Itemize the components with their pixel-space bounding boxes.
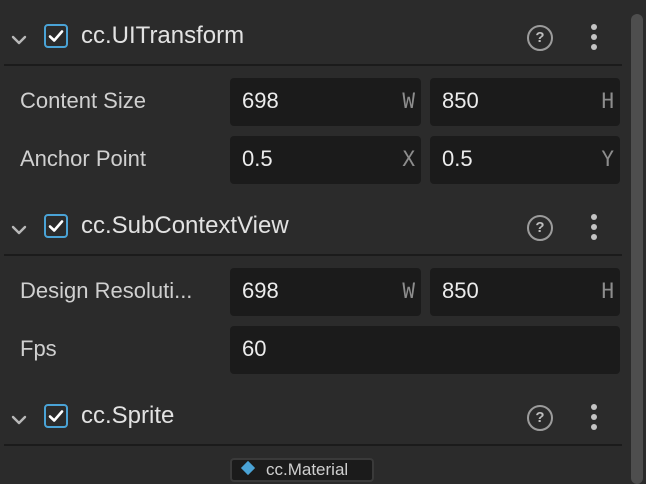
chevron-down-icon[interactable]	[9, 30, 29, 50]
width-input[interactable]: 698 W	[230, 78, 421, 126]
property-label: Anchor Point	[20, 146, 146, 171]
fps-input[interactable]: 60	[230, 326, 620, 374]
divider	[4, 64, 622, 66]
chevron-down-icon[interactable]	[9, 220, 29, 240]
field-value: 850	[442, 278, 479, 303]
checkmark-icon	[48, 30, 64, 42]
anchor-x-input[interactable]: 0.5 X	[230, 136, 421, 184]
property-label: Fps	[20, 336, 57, 361]
scrollbar-thumb[interactable]	[631, 14, 643, 484]
help-icon[interactable]: ?	[527, 215, 553, 241]
material-label: cc.Material	[266, 460, 349, 479]
help-icon[interactable]: ?	[527, 25, 553, 51]
help-icon[interactable]: ?	[527, 405, 553, 431]
enable-checkbox[interactable]	[44, 404, 68, 428]
width-input[interactable]: 698 W	[230, 268, 421, 316]
field-value: 698	[242, 278, 279, 303]
field-value: 0.5	[442, 146, 473, 171]
property-label: Content Size	[20, 88, 146, 113]
field-value: 0.5	[242, 146, 273, 171]
field-unit: W	[402, 279, 415, 303]
field-unit: X	[402, 147, 415, 171]
component-title: cc.SubContextView	[81, 212, 289, 239]
divider	[4, 444, 622, 446]
component-header-sprite[interactable]: cc.Sprite ?	[0, 390, 628, 448]
field-unit: Y	[601, 147, 614, 171]
field-unit: H	[601, 279, 614, 303]
checkmark-icon	[48, 220, 64, 232]
component-header-uitransform[interactable]: cc.UITransform ?	[0, 10, 628, 68]
height-input[interactable]: 850 H	[430, 78, 620, 126]
more-options-icon[interactable]	[588, 22, 600, 52]
anchor-y-input[interactable]: 0.5 Y	[430, 136, 620, 184]
divider	[4, 254, 622, 256]
enable-checkbox[interactable]	[44, 24, 68, 48]
property-row-design-resolution: Design Resoluti... 698 W 850 H	[0, 268, 628, 316]
component-header-subcontextview[interactable]: cc.SubContextView ?	[0, 200, 628, 258]
checkmark-icon	[48, 410, 64, 422]
property-row-content-size: Content Size 698 W 850 H	[0, 78, 628, 126]
more-options-icon[interactable]	[588, 402, 600, 432]
height-input[interactable]: 850 H	[430, 268, 620, 316]
more-options-icon[interactable]	[588, 212, 600, 242]
field-unit: W	[402, 89, 415, 113]
material-diamond-icon	[240, 460, 256, 476]
enable-checkbox[interactable]	[44, 214, 68, 238]
property-label: Design Resoluti...	[20, 278, 193, 303]
inspector-panel: cc.UITransform ? Content Size 698 W 850 …	[0, 0, 628, 482]
field-value: 60	[242, 336, 267, 361]
chevron-down-icon[interactable]	[9, 410, 29, 430]
field-value: 850	[442, 88, 479, 113]
component-title: cc.Sprite	[81, 402, 175, 429]
material-asset-chip[interactable]: cc.Material	[230, 458, 374, 482]
field-value: 698	[242, 88, 279, 113]
property-row-fps: Fps 60	[0, 326, 628, 374]
component-title: cc.UITransform	[81, 22, 245, 49]
property-row-anchor-point: Anchor Point 0.5 X 0.5 Y	[0, 136, 628, 184]
field-unit: H	[601, 89, 614, 113]
